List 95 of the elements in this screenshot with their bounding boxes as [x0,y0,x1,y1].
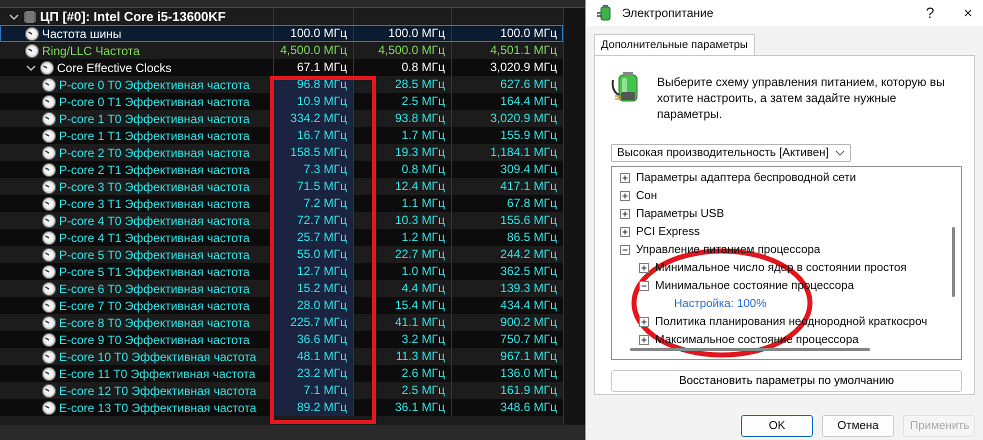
sensor-label: P-core 2 T1 Эффективная частота [59,162,250,176]
sensor-label: P-core 4 T1 Эффективная частота [59,230,250,244]
sensor-label: ЦП [#0]: Intel Core i5-13600KF [40,9,226,24]
current-value: 16.7 МГц [273,127,353,144]
gauge-icon [42,230,56,244]
current-value: 23.2 МГц [273,365,353,382]
current-value: 15.2 МГц [273,280,353,297]
sensor-label: E-core 10 T0 Эффективная частота [59,350,256,364]
tab[interactable]: Дополнительные параметры [594,34,755,55]
setting-item[interactable]: Параметры USB [636,208,724,220]
gauge-icon [42,350,56,364]
gauge-icon [42,78,56,92]
sensor-label: P-core 0 T0 Эффективная частота [59,78,250,92]
current-value: 158.5 МГц [273,144,353,161]
gauge-icon [42,248,56,262]
current-value: 48.1 МГц [273,348,353,365]
sensor-label: P-core 5 T1 Эффективная частота [59,264,250,278]
scrollbar-thumb[interactable] [952,227,955,297]
dialog-button[interactable]: OK [741,415,813,437]
sensor-label: P-core 0 T1 Эффективная частота [59,94,250,108]
sensor-label: E-core 8 T0 Эффективная частота [59,316,250,330]
expand-icon[interactable] [639,317,649,327]
sensor-label: P-core 3 T1 Эффективная частота [59,196,250,210]
setting-item[interactable]: PCI Express [636,226,700,238]
setting-item[interactable]: Параметры адаптера беспроводной сети [636,172,856,184]
sensor-label: E-core 11 T0 Эффективная частота [59,366,256,380]
gauge-icon [42,214,56,228]
gauge-icon [42,180,56,194]
collapse-icon[interactable] [639,281,649,291]
gauge-icon [42,128,56,142]
setting-item[interactable]: Сон [636,190,658,202]
close-button[interactable]: × [953,4,983,22]
current-value: 36.6 МГц [273,331,353,348]
gauge-icon [25,44,39,58]
sensor-label: E-core 6 T0 Эффективная частота [59,282,250,296]
chevron-icon [834,150,845,156]
gauge-icon [42,196,56,210]
sensor-label: P-core 2 T0 Эффективная частота [59,146,250,160]
current-value: 71.5 МГц [273,178,353,195]
sensor-label: Частота шины [42,26,122,40]
expand-icon[interactable] [620,209,630,219]
current-value: 225.7 МГц [273,314,353,331]
gauge-icon [40,60,54,74]
scrollbar-thumb[interactable] [630,348,870,351]
current-value: 7.2 МГц [273,195,353,212]
help-button[interactable]: ? [915,4,945,22]
current-value: 67.1 МГц [273,59,353,76]
current-value: 10.9 МГц [273,93,353,110]
sensor-label: Ring/LLC Частота [42,44,140,58]
scrollbar-track[interactable] [563,8,585,425]
gauge-icon [42,146,56,160]
gauge-icon [42,384,56,398]
current-value: 7.1 МГц [273,382,353,399]
sensor-label: P-core 5 T0 Эффективная частота [59,248,250,262]
gauge-icon [42,366,56,380]
power-plan-dropdown[interactable]: Высокая производительность [Активен] [611,144,851,162]
chip-icon [23,10,37,24]
sensor-label: P-core 4 T0 Эффективная частота [59,214,250,228]
current-value: 12.7 МГц [273,263,353,280]
dialog-button[interactable]: Отмена [822,415,894,437]
gauge-icon [25,26,39,40]
gauge-icon [42,298,56,312]
gauge-icon [42,332,56,346]
expand-icon[interactable] [639,335,649,345]
current-value: 7.3 МГц [273,161,353,178]
gauge-icon [42,316,56,330]
gauge-icon [42,112,56,126]
current-value: 25.7 МГц [273,229,353,246]
gauge-icon [42,400,56,414]
current-value: 55.0 МГц [273,246,353,263]
sensor-label: P-core 1 T0 Эффективная частота [59,112,250,126]
gauge-icon [42,264,56,278]
setting-value-link[interactable]: Настройка: 100% [674,298,766,310]
sensor-label: E-core 13 T0 Эффективная частота [59,400,256,414]
sensor-label: P-core 3 T0 Эффективная частота [59,180,250,194]
sensor-label: Core Effective Clocks [57,60,172,74]
current-value: 334.2 МГц [273,110,353,127]
current-value: 28.0 МГц [273,297,353,314]
sensor-label: E-core 12 T0 Эффективная частота [59,384,256,398]
current-value: 72.7 МГц [273,212,353,229]
gauge-icon [42,94,56,108]
expand-icon[interactable] [620,227,630,237]
window-title: Электропитание [622,6,714,20]
current-value: 89.2 МГц [273,399,353,416]
collapse-icon[interactable] [620,245,630,255]
expand-icon[interactable] [639,263,649,273]
sensor-label: E-core 7 T0 Эффективная частота [59,298,250,312]
instruction-text: Выберите схему управления питанием, которую вы хотите настроить, а затем задайте нужные параметры. [657,74,946,122]
expand-icon[interactable] [620,173,630,183]
gauge-icon [42,282,56,296]
restore-defaults-button[interactable]: Восстановить параметры по умолчанию [611,370,962,392]
gauge-icon [42,162,56,176]
expand-icon[interactable] [620,191,630,201]
sensor-label: P-core 1 T1 Эффективная частота [59,128,250,142]
sensor-label: E-core 9 T0 Эффективная частота [59,332,250,346]
